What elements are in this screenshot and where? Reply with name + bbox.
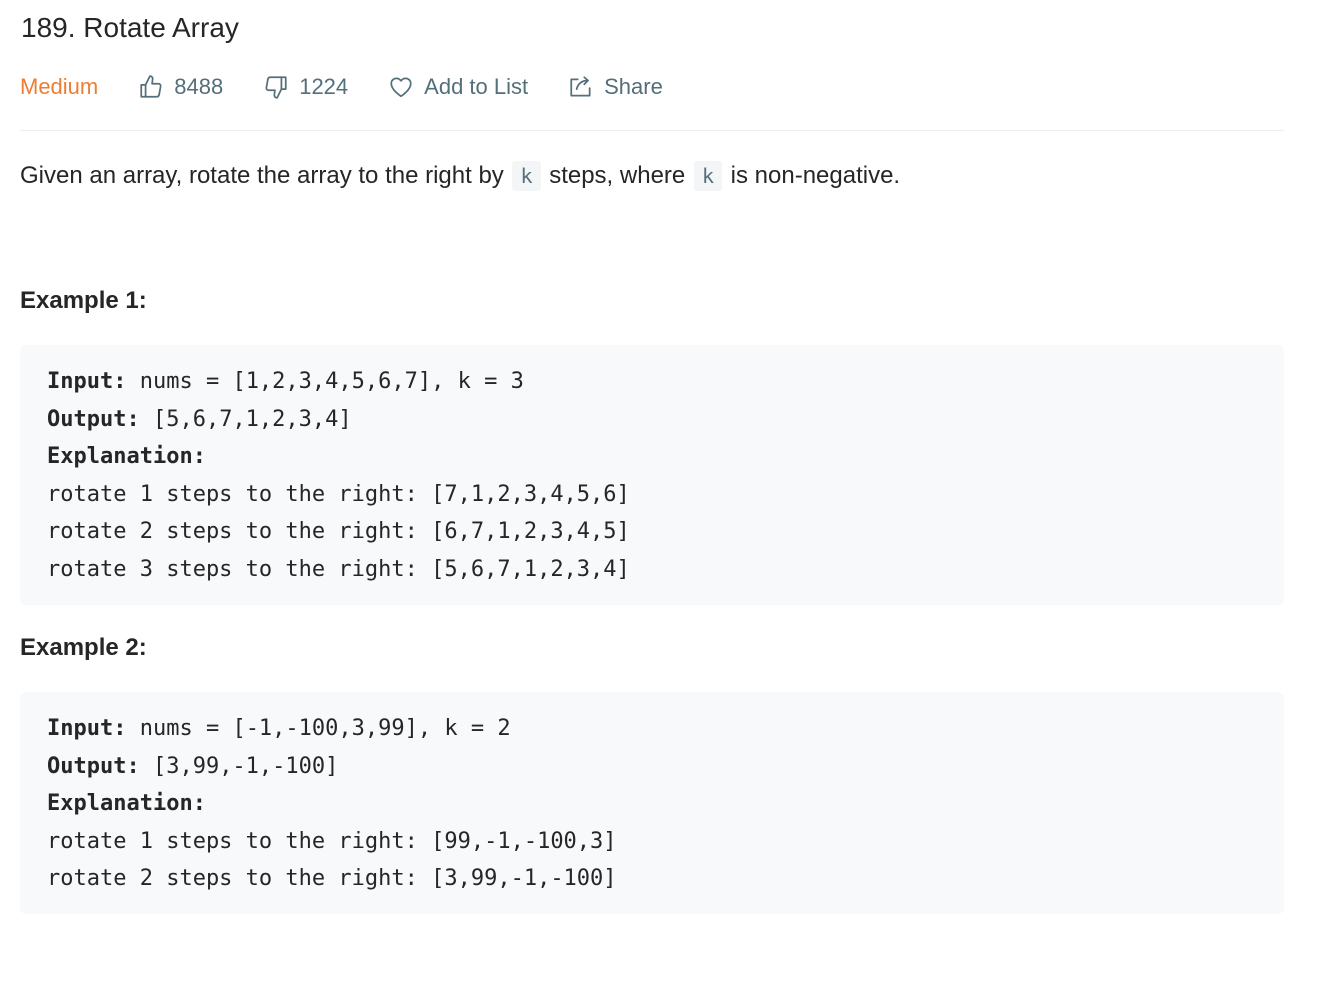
share-label: Share	[604, 74, 663, 99]
add-to-list-label: Add to List	[424, 74, 529, 99]
description-text: steps, where	[549, 162, 686, 189]
inline-code-k: k	[512, 161, 541, 191]
add-to-list-button[interactable]: Add to List	[388, 74, 528, 100]
example-1-code-block: Input: nums = [1,2,3,4,5,6,7], k = 3 Out…	[20, 345, 1284, 605]
explanation-line: rotate 2 steps to the right: [3,99,-1,-1…	[47, 866, 617, 891]
explanation-line: rotate 3 steps to the right: [5,6,7,1,2,…	[47, 556, 630, 582]
example-explanation-label: Explanation:	[47, 791, 206, 816]
problem-meta-bar: Medium 8488 1224 Add to List Share	[20, 68, 663, 106]
output-label: Output:	[47, 753, 140, 779]
problem-description: Given an array, rotate the array to the …	[20, 158, 900, 194]
example-explanation-label: Explanation:	[47, 444, 206, 469]
description-text: Given an array, rotate the array to the …	[20, 162, 504, 189]
example-2-code-block: Input: nums = [-1,-100,3,99], k = 2 Outp…	[20, 692, 1284, 914]
thumbs-down-icon	[265, 76, 287, 99]
input-label: Input:	[47, 369, 127, 394]
difficulty-badge: Medium	[20, 74, 99, 99]
example-2-heading: Example 2:	[20, 634, 147, 661]
header-divider	[20, 130, 1284, 131]
example-output-line: Output: [5,6,7,1,2,3,4]	[47, 401, 1257, 439]
share-button[interactable]: Share	[568, 74, 663, 100]
share-icon	[570, 76, 591, 97]
input-value: nums = [-1,-100,3,99], k = 2	[126, 716, 511, 741]
thumbs-up-icon	[140, 75, 162, 98]
heart-icon	[390, 77, 412, 98]
example-input-line: Input: nums = [-1,-100,3,99], k = 2	[47, 710, 1257, 748]
output-value: [5,6,7,1,2,3,4]	[139, 406, 352, 432]
explanation-line: rotate 2 steps to the right: [6,7,1,2,3,…	[47, 519, 630, 544]
dislike-button[interactable]: 1224	[263, 74, 348, 100]
output-value: [3,99,-1,-100]	[139, 753, 339, 779]
like-button[interactable]: 8488	[138, 74, 223, 100]
output-label: Output:	[47, 406, 140, 432]
explanation-line: rotate 1 steps to the right: [7,1,2,3,4,…	[47, 481, 630, 507]
input-label: Input:	[47, 716, 127, 741]
problem-title: 189. Rotate Array	[21, 12, 239, 43]
like-count: 8488	[174, 74, 224, 99]
input-value: nums = [1,2,3,4,5,6,7], k = 3	[126, 369, 524, 394]
example-output-line: Output: [3,99,-1,-100]	[47, 748, 1257, 786]
description-text: is non-negative.	[730, 162, 901, 189]
explanation-line: rotate 1 steps to the right: [99,-1,-100…	[47, 828, 617, 854]
example-1-heading: Example 1:	[20, 287, 147, 314]
dislike-count: 1224	[299, 74, 349, 99]
example-input-line: Input: nums = [1,2,3,4,5,6,7], k = 3	[47, 363, 1257, 401]
inline-code-k: k	[693, 161, 722, 191]
